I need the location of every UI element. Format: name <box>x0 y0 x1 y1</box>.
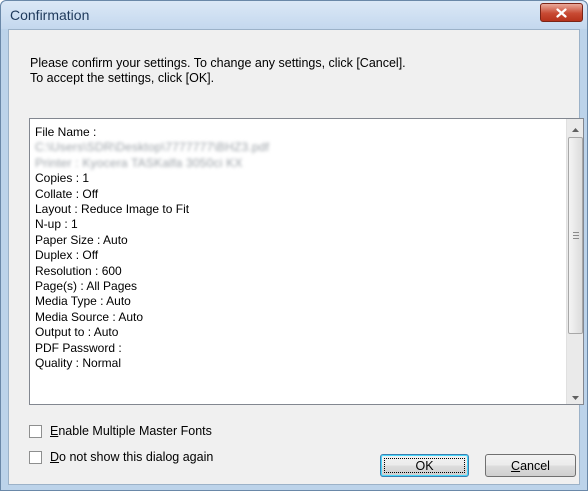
file-path-redacted: C:\Users\SDR\Desktop\7777777\BHZ3.pdf <box>35 140 270 155</box>
dialog-body: Please confirm your settings. To change … <box>8 29 584 485</box>
enable-mm-fonts-label: Enable Multiple Master Fonts <box>50 424 212 438</box>
scroll-thumb[interactable] <box>568 137 583 334</box>
enable-mm-fonts-option[interactable]: Enable Multiple Master Fonts <box>29 424 212 438</box>
enable-mm-fonts-checkbox[interactable] <box>29 424 42 438</box>
focus-ring <box>384 458 465 473</box>
setting-pages: Page(s) : All Pages <box>35 279 138 294</box>
setting-n-up: N-up : 1 <box>35 217 78 232</box>
ok-button[interactable]: OK <box>380 454 469 477</box>
setting-media-source: Media Source : Auto <box>35 309 144 324</box>
setting-copies: Copies : 1 <box>35 171 90 186</box>
cancel-button-label: Cancel <box>511 458 550 473</box>
confirmation-dialog: Confirmation Please confirm your setting… <box>0 0 588 491</box>
instruction-message: Please confirm your settings. To change … <box>30 56 406 86</box>
setting-layout: Layout : Reduce Image to Fit <box>35 202 190 217</box>
setting-paper-size: Paper Size : Auto <box>35 232 128 247</box>
dialog-title: Confirmation <box>10 7 90 23</box>
arrow-down-icon <box>572 389 579 403</box>
setting-output-to: Output to : Auto <box>35 325 119 340</box>
scroll-down-button[interactable] <box>567 387 584 404</box>
cancel-button[interactable]: Cancel <box>485 454 576 477</box>
settings-summary-box[interactable]: File Name : C:\Users\SDR\Desktop\7777777… <box>29 118 584 405</box>
dont-show-again-label: Do not show this dialog again <box>50 450 214 464</box>
dont-show-again-option[interactable]: Do not show this dialog again <box>29 450 213 464</box>
dont-show-again-checkbox[interactable] <box>29 450 42 464</box>
scroll-up-button[interactable] <box>567 119 584 136</box>
setting-media-type: Media Type : Auto <box>35 294 131 309</box>
title-bar[interactable]: Confirmation <box>1 1 587 29</box>
setting-quality: Quality : Normal <box>35 356 122 371</box>
grip-icon <box>573 232 579 239</box>
setting-duplex: Duplex : Off <box>35 248 99 263</box>
setting-resolution: Resolution : 600 <box>35 263 122 278</box>
instruction-line-1: Please confirm your settings. To change … <box>30 56 406 70</box>
printer-redacted: Printer : Kyocera TASKalfa 3050ci KX <box>35 155 243 170</box>
close-button[interactable] <box>540 3 583 22</box>
setting-pdf-password: PDF Password : <box>35 340 122 355</box>
arrow-up-icon <box>572 121 579 135</box>
settings-list: File Name : C:\Users\SDR\Desktop\7777777… <box>35 125 565 372</box>
file-name-label: File Name : <box>35 125 97 139</box>
setting-collate: Collate : Off <box>35 186 99 201</box>
vertical-scrollbar[interactable] <box>566 119 583 404</box>
close-x-icon <box>556 7 567 18</box>
instruction-line-2: To accept the settings, click [OK]. <box>30 71 215 85</box>
